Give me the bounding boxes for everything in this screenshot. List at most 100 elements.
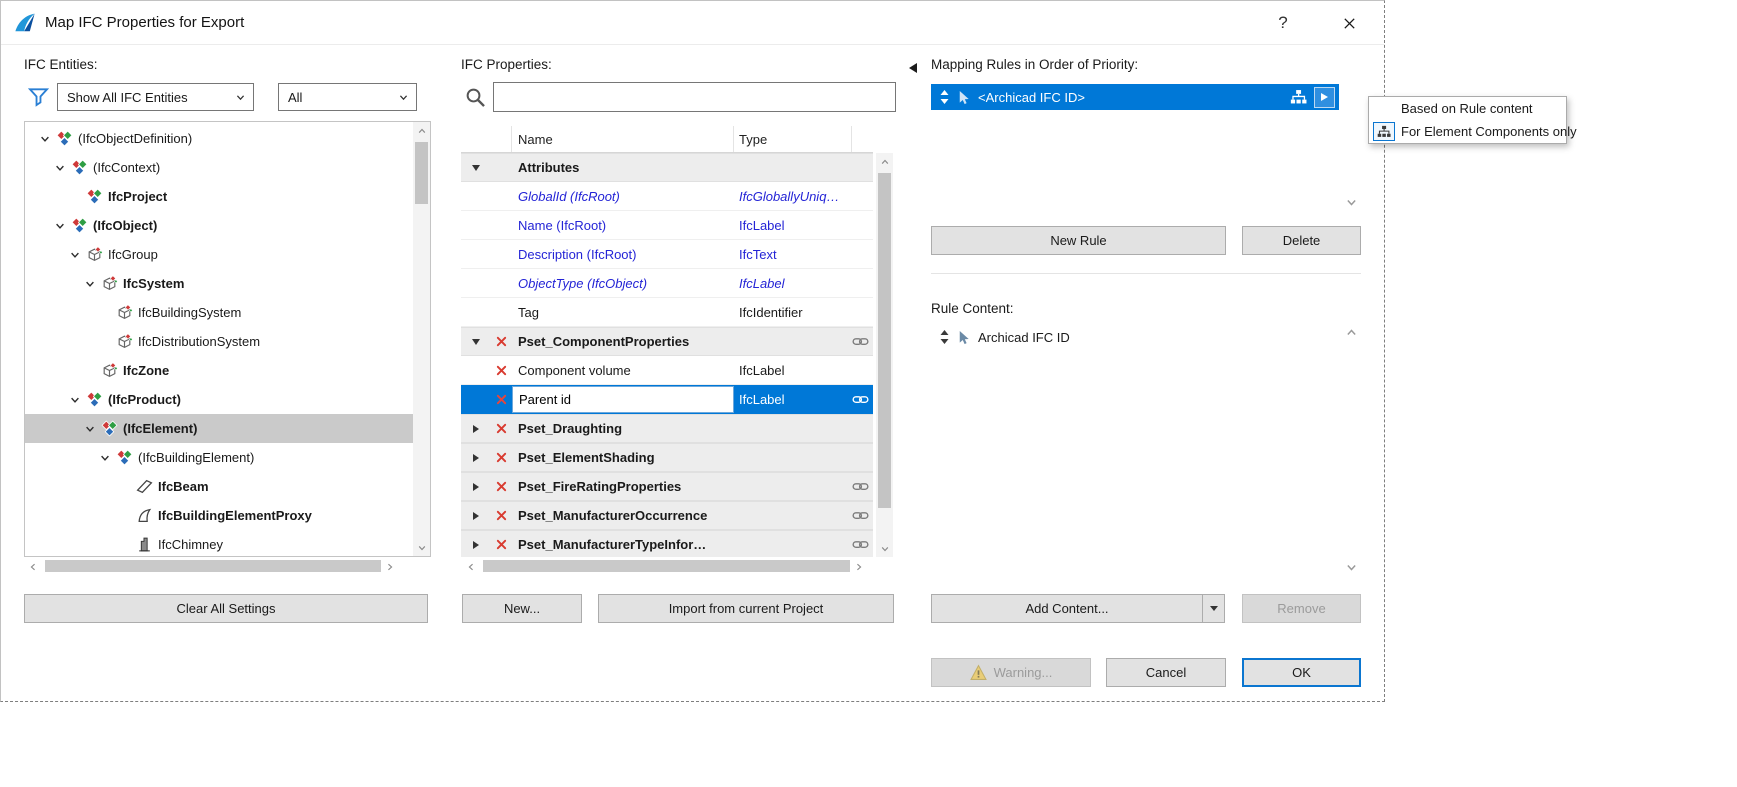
triangle-right-icon[interactable] [461, 541, 490, 549]
tree-item[interactable]: IfcBuildingSystem [25, 298, 413, 327]
search-input[interactable] [493, 82, 896, 112]
property-name-edit-field[interactable]: Parent id [512, 386, 734, 413]
triangle-right-icon[interactable] [461, 454, 490, 462]
scrollbar-thumb[interactable] [878, 173, 891, 508]
property-row[interactable]: Description (IfcRoot) IfcText [461, 240, 873, 269]
unmapped-x-icon[interactable] [490, 451, 512, 464]
tree-item[interactable]: (IfcObject) [25, 211, 413, 240]
scrollbar-thumb[interactable] [483, 560, 850, 572]
triangle-right-icon[interactable] [461, 512, 490, 520]
rule-scope-dropdown-button[interactable] [1314, 87, 1335, 108]
column-header-type[interactable]: Type [734, 126, 852, 152]
add-content-dropdown-button[interactable] [1202, 594, 1225, 623]
tree-item[interactable]: (IfcContext) [25, 153, 413, 182]
chevron-down-icon[interactable] [52, 218, 68, 234]
scroll-up-icon[interactable] [413, 122, 430, 139]
scroll-up-icon[interactable] [1345, 326, 1358, 339]
unmapped-x-icon[interactable] [490, 335, 512, 348]
tree-item[interactable]: IfcZone [25, 356, 413, 385]
tree-item-selected[interactable]: (IfcElement) [25, 414, 413, 443]
tree-item[interactable]: IfcDistributionSystem [25, 327, 413, 356]
scroll-down-icon[interactable] [876, 540, 893, 557]
reorder-grip-icon[interactable] [939, 329, 950, 345]
property-group-row[interactable]: Pset_ElementShading [461, 443, 873, 472]
unmapped-x-icon[interactable] [490, 509, 512, 522]
tree-item[interactable]: IfcGroup [25, 240, 413, 269]
triangle-right-icon[interactable] [461, 425, 490, 433]
rule-content-list: Archicad IFC ID [931, 324, 1339, 576]
delete-rule-button[interactable]: Delete [1242, 226, 1361, 255]
horizontal-scrollbar[interactable] [24, 557, 404, 575]
chevron-down-icon[interactable] [67, 247, 83, 263]
property-group-row[interactable]: Pset_ManufacturerTypeInfor… [461, 530, 873, 557]
property-group-row[interactable]: Pset_FireRatingProperties [461, 472, 873, 501]
property-row[interactable]: Tag IfcIdentifier [461, 298, 873, 327]
horizontal-scrollbar[interactable] [462, 557, 873, 575]
tree-item[interactable]: (IfcBuildingElement) [25, 443, 413, 472]
import-from-project-button[interactable]: Import from current Project [598, 594, 894, 623]
unmapped-x-icon[interactable] [490, 422, 512, 435]
unmapped-x-icon[interactable] [490, 364, 512, 377]
add-content-button[interactable]: Add Content... [931, 594, 1203, 623]
show-entities-dropdown[interactable]: Show All IFC Entities [57, 83, 254, 111]
chevron-down-icon[interactable] [82, 421, 98, 437]
unmapped-x-icon[interactable] [490, 393, 512, 406]
tree-item[interactable]: IfcBeam [25, 472, 413, 501]
tree-item[interactable]: IfcProject [25, 182, 413, 211]
column-header-name[interactable]: Name [512, 126, 734, 152]
scrollbar-thumb[interactable] [415, 142, 428, 204]
tree-item[interactable]: IfcChimney [25, 530, 413, 557]
scrollbar-thumb[interactable] [45, 560, 381, 572]
tree-item[interactable]: IfcBuildingElementProxy [25, 501, 413, 530]
scroll-left-icon[interactable] [24, 559, 41, 574]
tree-item[interactable]: (IfcObjectDefinition) [25, 124, 413, 153]
cancel-button[interactable]: Cancel [1106, 658, 1226, 687]
scroll-left-icon[interactable] [462, 559, 479, 574]
mapping-rule-row-selected[interactable]: <Archicad IFC ID> [931, 84, 1339, 110]
triangle-down-icon[interactable] [461, 339, 490, 345]
property-row[interactable]: Name (IfcRoot) IfcLabel [461, 211, 873, 240]
clear-all-settings-button[interactable]: Clear All Settings [24, 594, 428, 623]
chevron-down-icon[interactable] [82, 276, 98, 292]
property-group-row[interactable]: Pset_ComponentProperties [461, 327, 873, 356]
scroll-down-icon[interactable] [1345, 196, 1358, 209]
help-button[interactable]: ? [1270, 10, 1296, 36]
vertical-scrollbar[interactable] [876, 153, 893, 557]
menu-item-for-element-components-only[interactable]: For Element Components only [1369, 120, 1566, 143]
collapse-panel-icon[interactable] [909, 63, 917, 73]
triangle-right-icon[interactable] [461, 483, 490, 491]
chevron-down-icon[interactable] [52, 160, 68, 176]
scroll-down-icon[interactable] [1345, 561, 1358, 574]
triangle-down-icon[interactable] [461, 165, 490, 171]
filter-icon[interactable] [28, 86, 49, 107]
reorder-grip-icon[interactable] [939, 89, 950, 105]
ok-button[interactable]: OK [1242, 658, 1361, 687]
unmapped-x-icon[interactable] [490, 538, 512, 551]
rule-content-row[interactable]: Archicad IFC ID [931, 324, 1339, 350]
tree-item[interactable]: (IfcProduct) [25, 385, 413, 414]
new-rule-button[interactable]: New Rule [931, 226, 1226, 255]
scroll-right-icon[interactable] [850, 559, 867, 574]
scroll-down-icon[interactable] [413, 539, 430, 556]
property-group-row[interactable]: Pset_ManufacturerOccurrence [461, 501, 873, 530]
warning-button[interactable]: Warning... [931, 658, 1091, 687]
chevron-down-icon[interactable] [67, 392, 83, 408]
entity-class-dropdown[interactable]: All [278, 83, 417, 111]
new-property-button[interactable]: New... [462, 594, 582, 623]
unmapped-x-icon[interactable] [490, 480, 512, 493]
property-row[interactable]: ObjectType (IfcObject) IfcLabel [461, 269, 873, 298]
property-row[interactable]: Component volume IfcLabel [461, 356, 873, 385]
property-group-row[interactable]: Attributes [461, 153, 873, 182]
property-row-selected[interactable]: Parent id IfcLabel [461, 385, 873, 414]
property-group-row[interactable]: Pset_Draughting [461, 414, 873, 443]
tree-item[interactable]: IfcSystem [25, 269, 413, 298]
chevron-down-icon[interactable] [37, 131, 53, 147]
remove-content-button[interactable]: Remove [1242, 594, 1361, 623]
menu-item-based-on-rule-content[interactable]: Based on Rule content [1369, 97, 1566, 120]
vertical-scrollbar[interactable] [413, 122, 430, 556]
chevron-down-icon[interactable] [97, 450, 113, 466]
close-button[interactable] [1336, 10, 1362, 36]
property-row[interactable]: GlobalId (IfcRoot) IfcGloballyUniq… [461, 182, 873, 211]
scroll-right-icon[interactable] [381, 559, 398, 574]
scroll-up-icon[interactable] [876, 153, 893, 170]
